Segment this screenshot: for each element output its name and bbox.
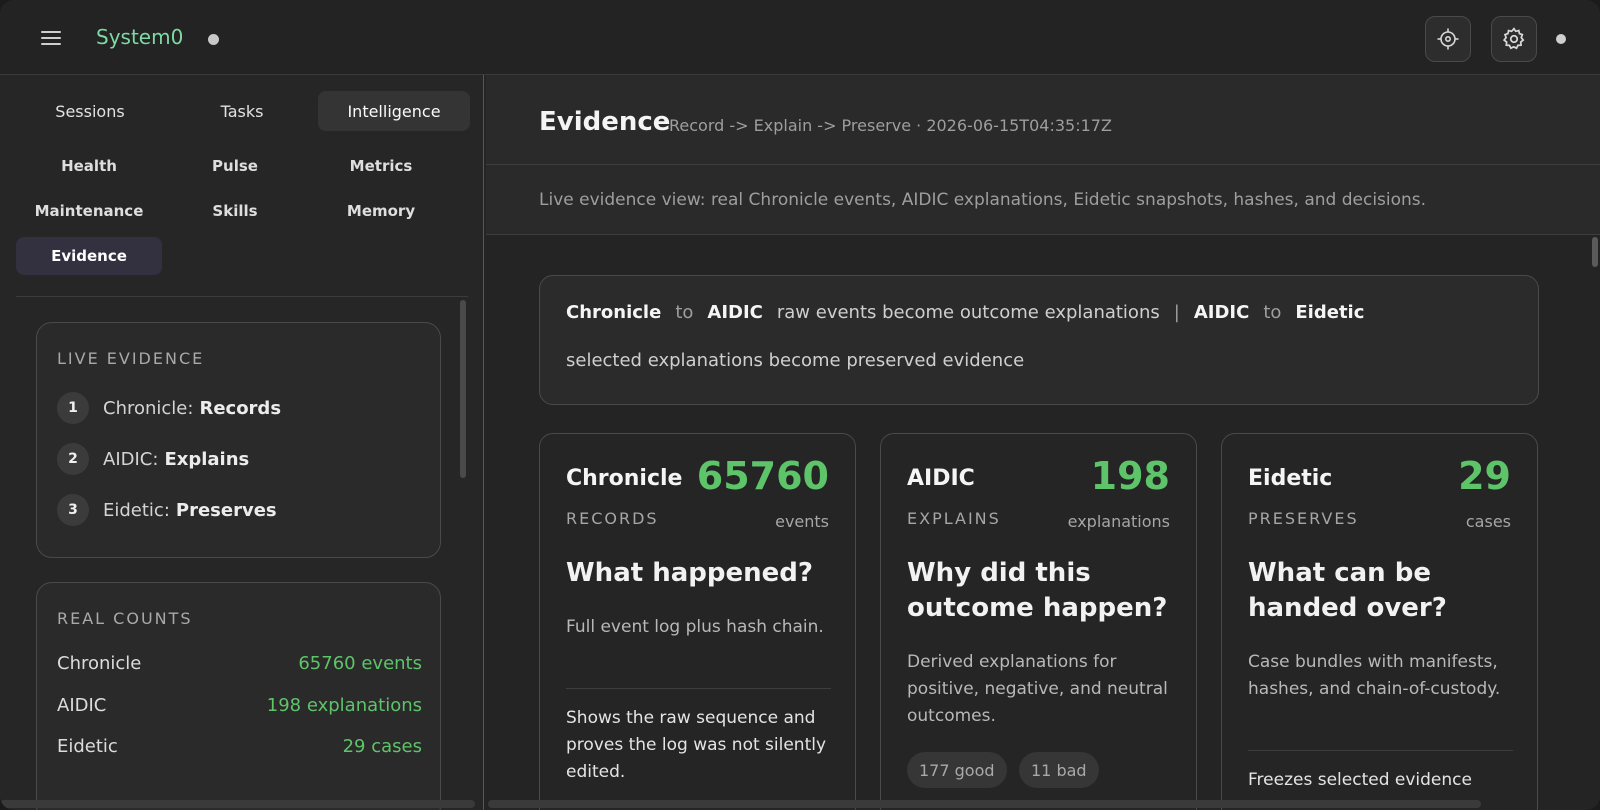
card-divider [1248,750,1513,751]
chronicle-card: Chronicle 65760 RECORDS events What happ… [539,433,856,810]
top-bar: System0 [0,0,1600,75]
card-body: Full event log plus hash chain. [566,617,824,637]
card-body: Derived explanations for positive, negat… [907,652,1168,726]
primary-tabs: Sessions Tasks Intelligence [14,91,470,131]
card-unit: explanations [1067,512,1170,531]
step-aidic: 2 AIDIC: Explains [57,443,249,475]
sidebar-horizontal-scrollbar[interactable] [0,800,475,808]
subnav-pulse[interactable]: Pulse [162,147,308,185]
main-header: Evidence Record -> Explain -> Preserve ·… [486,75,1600,165]
main-content: Evidence Record -> Explain -> Preserve ·… [486,75,1600,810]
flow-to: to [675,302,694,323]
bad-count-pill: 11 bad [1019,752,1099,788]
page-title: Evidence [539,107,671,137]
flow-to: to [1263,302,1282,323]
flow-target: AIDIC [707,302,763,323]
main-scrollbar[interactable] [1592,237,1598,267]
flow-line-1: Chronicle to AIDIC raw events become outcom… [566,302,1364,323]
card-name: Chronicle [566,466,683,491]
card-question: What can be handed over? [1248,558,1447,623]
card-role: PRESERVES [1248,509,1359,528]
card-name: AIDIC [907,466,975,491]
count-row-aidic: AIDIC 198 explanations [57,695,422,716]
card-name: Eidetic [1248,466,1333,491]
card-count: 65760 [696,454,829,498]
indicator-dot [1556,34,1566,44]
card-detail: Shows the raw sequence and proves the lo… [566,708,827,782]
gear-icon [1502,27,1525,50]
page-subtitle: Record -> Explain -> Preserve · 2026-06-… [669,116,1112,135]
count-label: Eidetic [57,736,118,757]
subnav-health[interactable]: Health [16,147,162,185]
eidetic-card: Eidetic 29 PRESERVES cases What can be h… [1221,433,1538,810]
subnav-memory[interactable]: Memory [308,192,454,230]
count-label: AIDIC [57,695,107,716]
crosshair-icon [1437,28,1459,50]
step-label: Chronicle: [103,397,194,419]
live-evidence-panel: LIVE EVIDENCE 1 Chronicle: Records 2 AID… [36,322,441,558]
settings-button[interactable] [1491,16,1537,62]
flow-description: selected explanations become preserved e… [566,350,1025,371]
crosshair-button[interactable] [1425,16,1471,62]
card-unit: events [775,512,829,531]
flow-target: Eidetic [1295,302,1365,323]
subnav-skills[interactable]: Skills [162,192,308,230]
hamburger-menu-icon[interactable] [41,31,61,47]
count-value: 198 explanations [266,695,422,716]
page-description: Live evidence view: real Chronicle event… [539,190,1427,210]
step-number: 3 [57,494,89,526]
card-question: What happened? [566,558,813,588]
sidebar-divider [16,296,468,297]
subnav-metrics[interactable]: Metrics [308,147,454,185]
good-count-pill: 177 good [907,752,1007,788]
card-role: RECORDS [566,509,659,528]
flow-separator: | [1173,302,1180,323]
count-value: 29 cases [342,736,422,757]
card-unit: cases [1465,512,1511,531]
step-value: Records [199,397,282,419]
tab-tasks[interactable]: Tasks [166,91,318,131]
card-detail: Freezes selected evidence [1248,770,1472,790]
count-value: 65760 events [298,653,422,674]
real-counts-panel: REAL COUNTS Chronicle 65760 events AIDIC… [36,582,441,810]
live-evidence-title: LIVE EVIDENCE [57,349,205,368]
real-counts-title: REAL COUNTS [57,609,193,628]
count-row-eidetic: Eidetic 29 cases [57,736,422,757]
subnav-maintenance[interactable]: Maintenance [16,192,162,230]
main-horizontal-scrollbar[interactable] [488,800,1481,808]
count-row-chronicle: Chronicle 65760 events [57,653,422,674]
tab-intelligence[interactable]: Intelligence [318,91,470,131]
card-count: 29 [1458,454,1511,498]
app-window: System0 Sessions Tasks Intelligence Heal… [0,0,1600,810]
count-label: Chronicle [57,653,142,674]
step-label: Eidetic: [103,499,170,521]
card-count: 198 [1090,454,1170,498]
step-number: 2 [57,443,89,475]
card-body: Case bundles with manifests, hashes, and… [1248,652,1501,699]
card-role: EXPLAINS [907,509,1001,528]
step-number: 1 [57,392,89,424]
flow-summary: Chronicle to AIDIC raw events become outcom… [539,275,1539,405]
flow-source: AIDIC [1193,302,1250,323]
app-title: System0 [96,25,184,49]
step-value: Preserves [175,499,277,521]
flow-line-2: selected explanations become preserved e… [566,350,1024,371]
card-divider [566,688,831,689]
flow-source: Chronicle [566,302,662,323]
tab-sessions[interactable]: Sessions [14,91,166,131]
step-value: Explains [164,448,250,470]
description-bar: Live evidence view: real Chronicle event… [486,165,1600,235]
step-chronicle: 1 Chronicle: Records [57,392,281,424]
sidebar-scrollbar[interactable] [460,300,466,478]
status-dot [208,34,219,45]
step-label: AIDIC: [103,448,159,470]
card-question: Why did this outcome happen? [907,558,1168,623]
sidebar: Sessions Tasks Intelligence Health Pulse… [0,75,484,810]
secondary-nav: Health Pulse Metrics Maintenance Skills … [16,147,472,282]
subnav-evidence[interactable]: Evidence [16,237,162,275]
flow-description: raw events become outcome explanations [776,302,1160,323]
step-eidetic: 3 Eidetic: Preserves [57,494,277,526]
aidic-card: AIDIC 198 EXPLAINS explanations Why did … [880,433,1197,810]
